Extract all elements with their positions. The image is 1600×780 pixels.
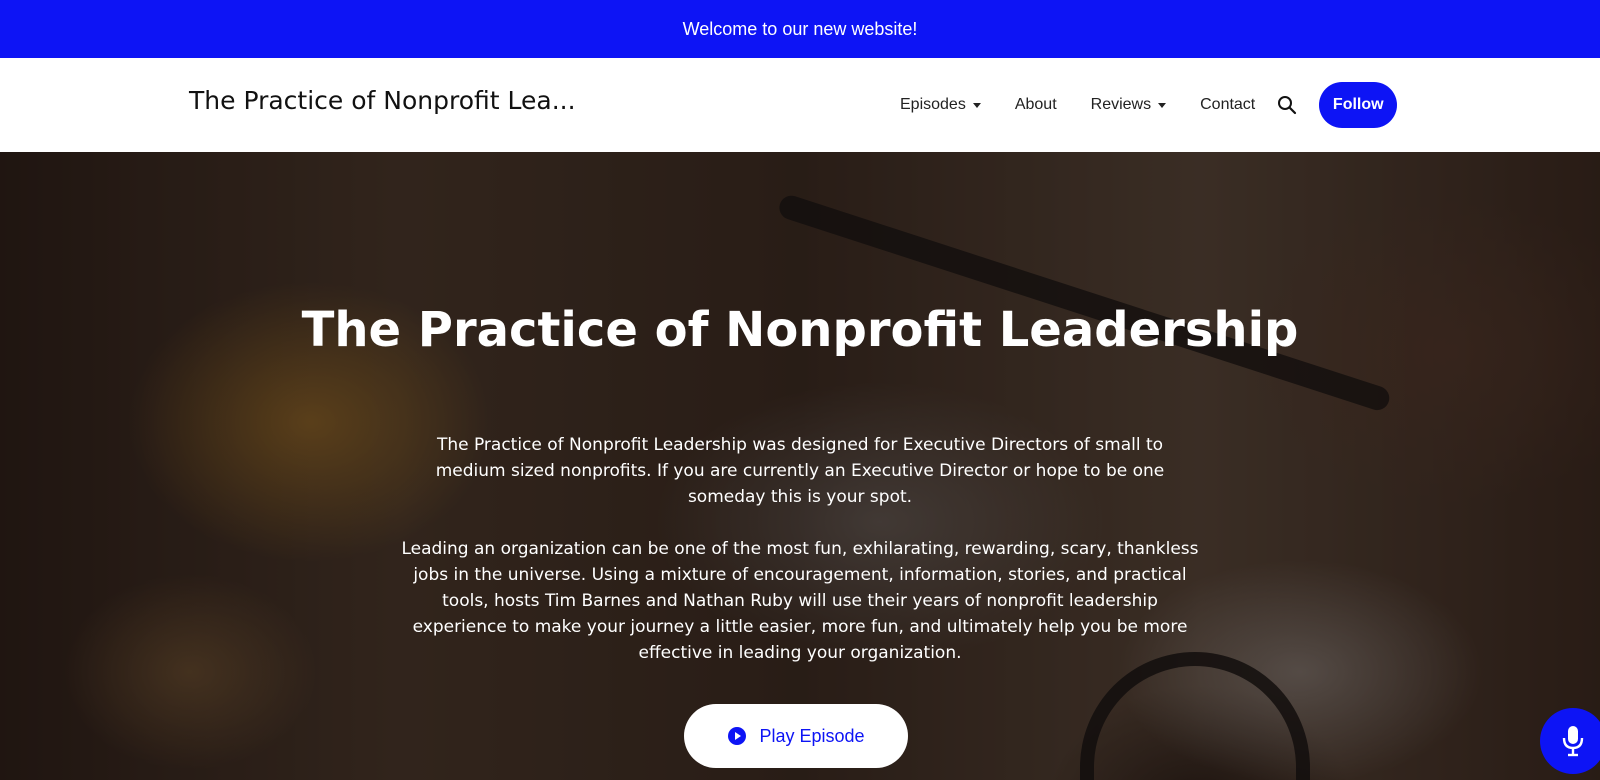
site-header: The Practice of Nonprofit Lea... Episode… xyxy=(0,58,1600,152)
hero-description: The Practice of Nonprofit Leadership was… xyxy=(400,432,1200,666)
announcement-text: Welcome to our new website! xyxy=(682,18,918,39)
microphone-icon xyxy=(1562,726,1584,757)
nav-about-label: About xyxy=(1014,96,1057,113)
caret-down-icon xyxy=(1158,102,1167,108)
caret-down-icon xyxy=(972,102,981,108)
nav-episodes-label: Episodes xyxy=(900,96,966,113)
nav-reviews-label: Reviews xyxy=(1090,96,1152,113)
play-episode-button[interactable]: Play Episode xyxy=(684,704,908,768)
play-circle-icon xyxy=(728,727,747,745)
nav-reviews[interactable]: Reviews xyxy=(1090,96,1167,114)
announcement-bar: Welcome to our new website! xyxy=(0,0,1600,58)
hero-section: The Practice of Nonprofit Leadership The… xyxy=(0,152,1600,780)
nav-about[interactable]: About xyxy=(1015,96,1057,114)
main-nav: Episodes About Reviews Contact Follow xyxy=(900,58,1398,152)
follow-button[interactable]: Follow xyxy=(1319,82,1398,128)
site-title[interactable]: The Practice of Nonprofit Lea... xyxy=(189,86,576,115)
nav-episodes[interactable]: Episodes xyxy=(900,96,981,114)
hero-paragraph: Leading an organization can be one of th… xyxy=(401,539,1199,663)
microphone-button[interactable] xyxy=(1540,708,1600,774)
nav-contact-label: Contact xyxy=(1200,96,1256,113)
hero-title: The Practice of Nonprofit Leadership xyxy=(301,302,1299,358)
nav-contact[interactable]: Contact xyxy=(1200,96,1255,114)
search-icon[interactable] xyxy=(1277,95,1297,115)
play-episode-label: Play Episode xyxy=(759,725,865,746)
hero-paragraph: The Practice of Nonprofit Leadership was… xyxy=(435,435,1165,507)
